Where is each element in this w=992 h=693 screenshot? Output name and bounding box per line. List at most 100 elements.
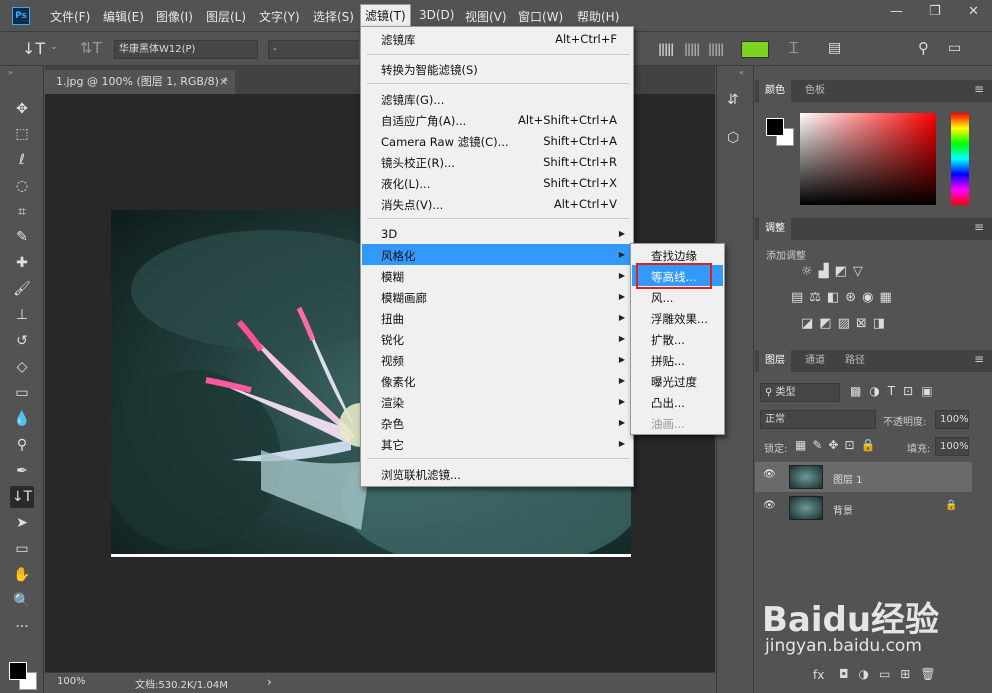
menu-item-filter-gallery-last[interactable]: 滤镜库 xyxy=(381,32,416,48)
blend-mode-select[interactable]: 正常 xyxy=(760,410,876,429)
lasso-tool-icon[interactable]: ℓ xyxy=(10,149,34,171)
move-tool-icon[interactable]: ✥ xyxy=(10,98,34,120)
hue-slider[interactable] xyxy=(951,113,969,205)
more-tools-icon[interactable]: ··· xyxy=(10,616,34,638)
gradient-tool-icon[interactable]: ▭ xyxy=(10,382,34,404)
hand-tool-icon[interactable]: ✋ xyxy=(10,564,34,586)
opacity-input[interactable]: 100% xyxy=(935,410,969,429)
chevron-down-icon[interactable]: ⌄ xyxy=(50,42,58,52)
tab-paths[interactable]: 路径 xyxy=(839,350,871,372)
status-menu-arrow-icon[interactable]: › xyxy=(267,675,272,689)
menu-image[interactable]: 图像(I) xyxy=(156,8,193,25)
menu-item-render[interactable]: 渲染 xyxy=(381,395,404,411)
panel-menu-icon[interactable]: ≡ xyxy=(974,82,984,96)
layer-row-background[interactable]: 👁 背景 🔒 xyxy=(755,493,972,523)
tab-swatches[interactable]: 色板 xyxy=(799,80,831,102)
tab-channels[interactable]: 通道 xyxy=(799,350,831,372)
brush-tool-icon[interactable]: 🖌 xyxy=(10,278,34,300)
menu-filter[interactable]: 滤镜(T) xyxy=(360,4,411,28)
submenu-item-emboss[interactable]: 浮雕效果... xyxy=(651,311,708,327)
zoom-tool-icon[interactable]: 🔍 xyxy=(10,590,34,612)
font-family-select[interactable]: 华康黑体W12(P) xyxy=(114,40,258,59)
color-foreground-swatch[interactable] xyxy=(766,118,784,136)
menu-item-filter-gallery[interactable]: 滤镜库(G)... xyxy=(381,92,444,108)
fx-button[interactable]: fx xyxy=(813,668,824,682)
pen-tool-icon[interactable]: ✒ xyxy=(10,460,34,482)
adjustment-icons-row-1[interactable]: ☼▟◩▽ xyxy=(801,264,869,279)
submenu-item-extrude[interactable]: 凸出... xyxy=(651,395,685,411)
layer-filter-select[interactable]: ⚲ 类型 xyxy=(760,383,840,402)
properties-panel-icon[interactable]: ⬡ xyxy=(727,130,739,146)
menu-item-pixelate[interactable]: 像素化 xyxy=(381,374,416,390)
foreground-color-swatch[interactable] xyxy=(9,662,27,680)
menu-item-sharpen[interactable]: 锐化 xyxy=(381,332,404,348)
dodge-tool-icon[interactable]: ⚲ xyxy=(10,434,34,456)
path-select-tool-icon[interactable]: ➤ xyxy=(10,512,34,534)
toggle-orientation-icon[interactable]: ⇅T xyxy=(80,39,102,57)
document-tab[interactable]: 1.jpg @ 100% (图层 1, RGB/8) * × xyxy=(45,70,235,94)
warp-text-icon[interactable]: Ꮖ xyxy=(789,39,799,57)
menu-window[interactable]: 窗口(W) xyxy=(518,8,563,25)
layer-action-icons[interactable]: ◘◑▭⊞🗑 xyxy=(839,667,946,681)
align-left-icon[interactable]: ||||| xyxy=(658,42,674,56)
expand-icon[interactable]: « xyxy=(739,68,744,77)
crop-tool-icon[interactable]: ⌗ xyxy=(10,201,34,223)
search-icon[interactable]: ⚲ xyxy=(918,39,929,57)
submenu-item-diffuse[interactable]: 扩散... xyxy=(651,332,685,348)
menu-item-liquify[interactable]: 液化(L)... xyxy=(381,176,430,192)
history-panel-icon[interactable]: ⇵ xyxy=(727,92,739,108)
menu-item-blur[interactable]: 模糊 xyxy=(381,269,404,285)
character-panel-icon[interactable]: ▤ xyxy=(828,40,841,56)
adjustment-icons-row-2[interactable]: ▤⚖◧⊛◉▦ xyxy=(791,290,898,305)
eyedropper-tool-icon[interactable]: ✎ xyxy=(10,226,34,248)
menu-item-camera-raw[interactable]: Camera Raw 滤镜(C)... xyxy=(381,134,509,150)
menu-item-3d[interactable]: 3D xyxy=(381,227,397,241)
menu-item-convert-smart-filter[interactable]: 转换为智能滤镜(S) xyxy=(381,62,478,78)
menu-help[interactable]: 帮助(H) xyxy=(577,8,619,25)
type-tool-preset-icon[interactable]: ↓T xyxy=(22,39,45,58)
menu-item-distort[interactable]: 扭曲 xyxy=(381,311,404,327)
collapse-icon[interactable]: » xyxy=(8,68,13,77)
menu-item-vanishing-point[interactable]: 消失点(V)... xyxy=(381,197,443,213)
close-tab-icon[interactable]: × xyxy=(219,70,228,94)
menu-select[interactable]: 选择(S) xyxy=(313,8,354,25)
workspace-icon[interactable]: ▭ xyxy=(948,40,961,56)
eraser-tool-icon[interactable]: ◇ xyxy=(10,356,34,378)
history-brush-tool-icon[interactable]: ↺ xyxy=(10,330,34,352)
menu-file[interactable]: 文件(F) xyxy=(50,8,90,25)
menu-view[interactable]: 视图(V) xyxy=(465,8,507,25)
color-picker-field[interactable] xyxy=(800,113,936,205)
submenu-item-solarize[interactable]: 曝光过度 xyxy=(651,374,697,390)
tab-layers[interactable]: 图层 xyxy=(759,350,791,372)
shape-tool-icon[interactable]: ▭ xyxy=(10,538,34,560)
menu-item-browse-online[interactable]: 浏览联机滤镜... xyxy=(381,467,461,483)
marquee-tool-icon[interactable]: ⬚ xyxy=(10,123,34,145)
panel-menu-icon[interactable]: ≡ xyxy=(974,352,984,366)
fill-input[interactable]: 100% xyxy=(935,437,969,456)
zoom-level[interactable]: 100% xyxy=(57,676,86,687)
text-color-swatch[interactable] xyxy=(741,41,769,58)
submenu-item-wind[interactable]: 风... xyxy=(651,290,673,306)
close-icon[interactable]: ✕ xyxy=(968,4,979,19)
menu-item-video[interactable]: 视频 xyxy=(381,353,404,369)
minimize-icon[interactable]: — xyxy=(890,4,903,19)
adjustment-icons-row-3[interactable]: ◪◩▨⊠◨ xyxy=(801,316,891,331)
tab-adjustments[interactable]: 调整 xyxy=(759,218,791,240)
menu-item-stylize[interactable]: 风格化 xyxy=(381,248,416,264)
menu-layer[interactable]: 图层(L) xyxy=(206,8,246,25)
align-center-icon[interactable]: ||||| xyxy=(684,42,700,56)
layer-filter-icons[interactable]: ▩◑T⊡▣ xyxy=(850,384,941,398)
submenu-item-tiles[interactable]: 拼贴... xyxy=(651,353,685,369)
panel-menu-icon[interactable]: ≡ xyxy=(974,220,984,234)
tab-color[interactable]: 颜色 xyxy=(759,80,791,102)
menu-item-adaptive-wide-angle[interactable]: 自适应广角(A)... xyxy=(381,113,466,129)
align-right-icon[interactable]: ||||| xyxy=(708,42,724,56)
menu-3d[interactable]: 3D(D) xyxy=(419,8,454,22)
menu-type[interactable]: 文字(Y) xyxy=(259,8,300,25)
submenu-item-find-edges[interactable]: 查找边缘 xyxy=(651,248,697,264)
menu-item-other[interactable]: 其它 xyxy=(381,437,404,453)
lock-icons[interactable]: ▦✎✥⊡🔒 xyxy=(795,438,881,452)
quick-select-tool-icon[interactable]: ◌ xyxy=(10,175,34,197)
menu-item-blur-gallery[interactable]: 模糊画廊 xyxy=(381,290,427,306)
menu-edit[interactable]: 编辑(E) xyxy=(103,8,144,25)
